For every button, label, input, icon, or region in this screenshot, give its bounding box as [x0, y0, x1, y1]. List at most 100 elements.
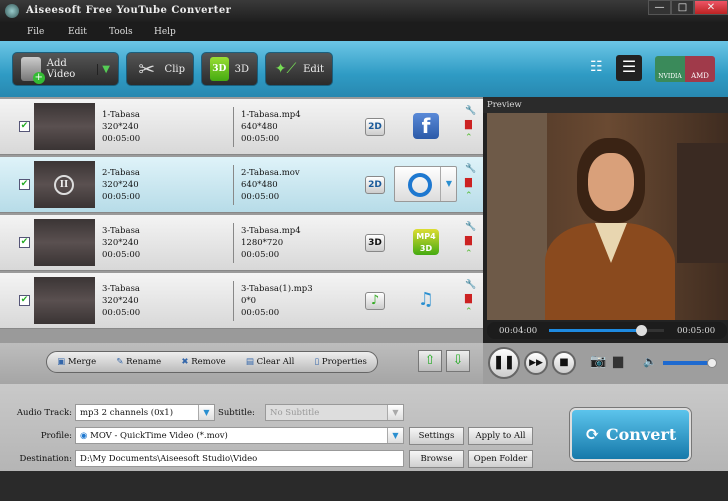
source-resolution: 320*240	[102, 122, 139, 132]
browse-button[interactable]: Browse	[409, 450, 464, 468]
clear-all-label: Clear All	[256, 357, 295, 367]
menu-file[interactable]: File	[27, 27, 44, 37]
output-resolution: 1280*720	[241, 238, 284, 248]
output-name[interactable]: 2-Tabasa.mov	[241, 167, 300, 179]
clip-button[interactable]: ✂ Clip	[126, 52, 194, 86]
close-button[interactable]: ✕	[694, 0, 728, 15]
file-row[interactable]: ✔ 3-Tabasa 320*240 00:05:00 3-Tabasa.mp4 12…	[0, 215, 483, 271]
remove-label: Remove	[191, 357, 226, 367]
remove-icon: ✖	[181, 357, 189, 367]
pause-button[interactable]: ❚❚	[488, 347, 520, 379]
move-up-button[interactable]: ⇧	[418, 350, 442, 372]
properties-button[interactable]: ▯ Properties	[315, 357, 367, 367]
subtitle-select[interactable]: No Subtitle ▼	[265, 404, 404, 421]
add-video-dropdown-icon[interactable]: ▼	[97, 63, 110, 75]
file-row[interactable]: ✔ 1-Tabasa 320*240 00:05:00 1-Tabasa.mp4 64…	[0, 99, 483, 155]
file-checkbox[interactable]: ✔	[19, 295, 30, 306]
file-checkbox[interactable]: ✔	[19, 237, 30, 248]
trash-icon[interactable]: ▇	[465, 235, 472, 247]
subtitle-label: Subtitle:	[218, 408, 255, 418]
source-name: 1-Tabasa	[102, 110, 140, 120]
list-view-icon[interactable]: ☷	[590, 60, 603, 74]
mp3-icon[interactable]: ♫	[413, 287, 439, 313]
source-info: 3-Tabasa 320*240 00:05:00	[102, 225, 140, 261]
open-folder-button[interactable]: Open Folder	[468, 450, 533, 468]
settings-button[interactable]: Settings	[409, 427, 464, 445]
stop-button[interactable]: ■	[552, 351, 576, 375]
file-row[interactable]: ✔ II 2-Tabasa 320*240 00:05:00 2-Tabasa.mo…	[0, 157, 483, 213]
chevron-down-icon[interactable]: ▼	[440, 167, 457, 201]
convert-button[interactable]: ⟳ Convert	[570, 408, 691, 461]
trash-icon[interactable]: ▇	[465, 293, 472, 305]
trash-icon[interactable]: ▇	[465, 119, 472, 131]
reorder-icon[interactable]: ⌃	[465, 306, 473, 318]
pause-icon[interactable]: II	[54, 175, 74, 195]
file-checkbox[interactable]: ✔	[19, 121, 30, 132]
destination-input[interactable]: D:\My Documents\Aiseesoft Studio\Video	[75, 450, 404, 467]
trash-icon[interactable]: ▇	[465, 177, 472, 189]
reorder-icon[interactable]: ⌃	[465, 190, 473, 202]
move-down-button[interactable]: ⇩	[446, 350, 470, 372]
add-video-button[interactable]: + Add Video ▼	[12, 52, 119, 86]
wrench-icon[interactable]: 🔧	[465, 279, 476, 291]
detail-view-icon[interactable]: ☰	[616, 55, 642, 81]
output-info: 3-Tabasa.mp4 1280*720 00:05:00	[241, 225, 301, 261]
mode-badge[interactable]: 2D	[365, 118, 385, 136]
destination-label: Destination:	[19, 454, 72, 464]
output-name[interactable]: 3-Tabasa(1).mp3	[241, 283, 313, 295]
seek-slider[interactable]	[549, 325, 664, 336]
fast-forward-button[interactable]: ▶▶	[524, 351, 548, 375]
facebook-icon[interactable]: f	[413, 113, 439, 139]
profile-selector[interactable]: ▼	[394, 166, 457, 202]
volume-icon[interactable]: 🔈	[643, 355, 657, 368]
menu-tools[interactable]: Tools	[109, 27, 133, 37]
music-note-badge[interactable]: ♪	[365, 292, 385, 310]
volume-handle[interactable]	[707, 358, 718, 368]
camera-icon[interactable]: 📷	[590, 354, 606, 369]
seek-handle[interactable]	[636, 325, 647, 336]
output-duration: 00:05:00	[241, 192, 280, 202]
menu-edit[interactable]: Edit	[68, 27, 87, 37]
volume-slider[interactable]	[663, 358, 718, 368]
remove-button[interactable]: ✖ Remove	[181, 357, 225, 367]
folder-icon[interactable]: ▆	[613, 354, 623, 369]
source-name: 3-Tabasa	[102, 284, 140, 294]
properties-icon: ▯	[314, 357, 320, 367]
amd-button[interactable]: AMD	[685, 56, 715, 82]
convert-label: Convert	[605, 425, 677, 444]
reorder-icon[interactable]: ⌃	[465, 132, 473, 144]
mode-badge[interactable]: 2D	[365, 176, 385, 194]
edit-button[interactable]: ✦⟋ Edit	[265, 52, 333, 86]
file-row[interactable]: ✔ 3-Tabasa 320*240 00:05:00 3-Tabasa(1).mp…	[0, 273, 483, 329]
output-info: 1-Tabasa.mp4 640*480 00:05:00	[241, 109, 301, 145]
rename-button[interactable]: ✎ Rename	[116, 357, 161, 367]
mode-badge[interactable]: 3D	[365, 234, 385, 252]
output-name[interactable]: 3-Tabasa.mp4	[241, 225, 301, 237]
wrench-icon[interactable]: 🔧	[465, 163, 476, 175]
output-name[interactable]: 1-Tabasa.mp4	[241, 109, 301, 121]
chevron-down-icon: ▼	[387, 428, 403, 443]
nvidia-button[interactable]: NVIDIA	[655, 56, 685, 82]
merge-button[interactable]: ▣ Merge	[57, 357, 96, 367]
reorder-icon[interactable]: ⌃	[465, 248, 473, 260]
video-preview[interactable]	[487, 113, 728, 320]
menu-help[interactable]: Help	[154, 27, 176, 37]
minimize-button[interactable]: —	[648, 0, 671, 15]
clear-all-button[interactable]: ▤ Clear All	[246, 357, 294, 367]
profile-select[interactable]: ◉ MOV - QuickTime Video (*.mov) ▼	[75, 427, 404, 444]
magic-wand-icon: ✦⟋	[274, 61, 297, 77]
player-controls: ❚❚ ▶▶ ■ 📷 ▆ 🔈	[483, 343, 728, 384]
audio-track-select[interactable]: mp3 2 channels (0x1) ▼	[75, 404, 215, 421]
output-resolution: 640*480	[241, 122, 278, 132]
audio-track-value: mp3 2 channels (0x1)	[80, 408, 174, 418]
file-checkbox[interactable]: ✔	[19, 179, 30, 190]
wrench-icon[interactable]: 🔧	[465, 105, 476, 117]
apply-to-all-button[interactable]: Apply to All	[468, 427, 533, 445]
mp4-3d-icon[interactable]: MP4 3D	[413, 229, 439, 255]
3d-button[interactable]: 3D 3D	[201, 52, 258, 86]
video-thumbnail	[34, 277, 95, 324]
source-info: 2-Tabasa 320*240 00:05:00	[102, 167, 140, 203]
wrench-icon[interactable]: 🔧	[465, 221, 476, 233]
title-bar: Aiseesoft Free YouTube Converter — □ ✕	[0, 0, 728, 22]
maximize-button[interactable]: □	[671, 0, 694, 15]
